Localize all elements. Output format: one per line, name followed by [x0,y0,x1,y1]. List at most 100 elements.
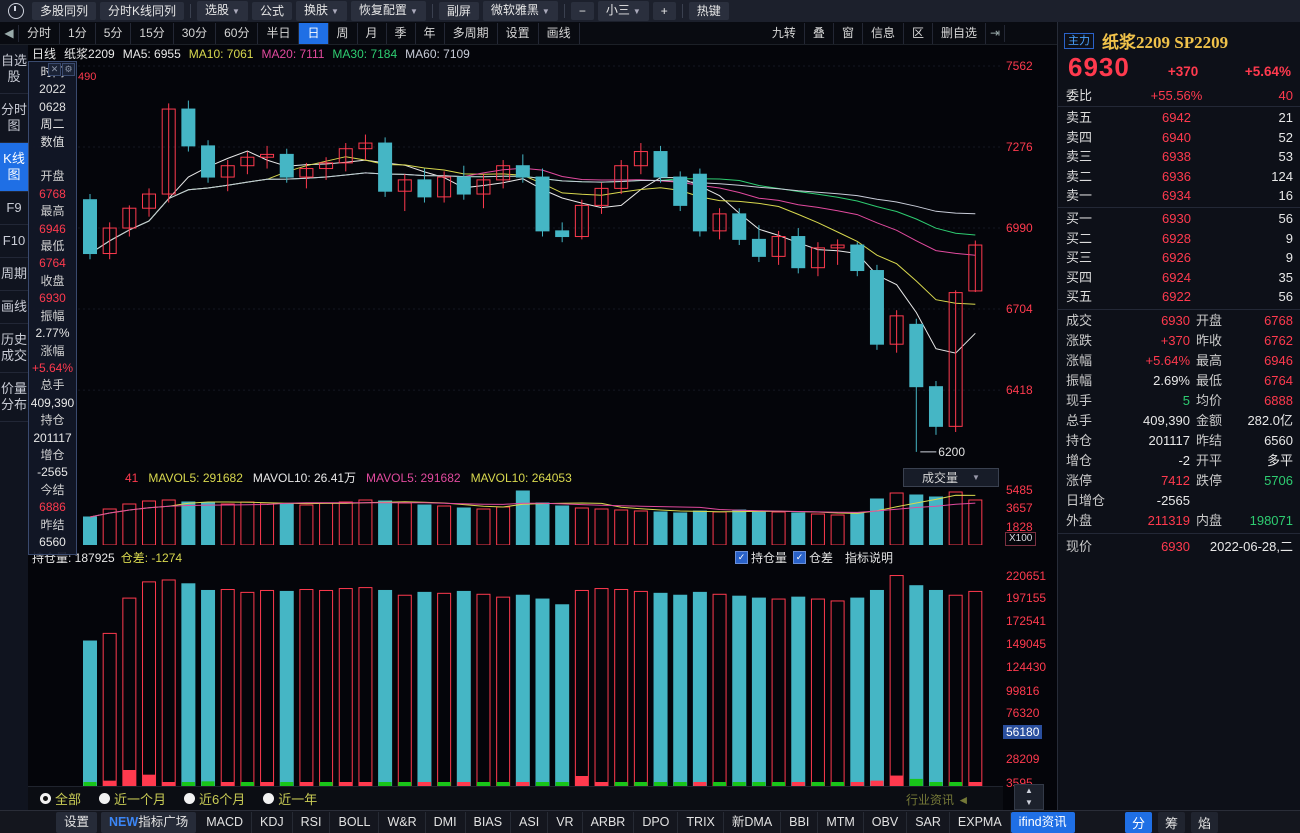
ask-row-2[interactable]: 卖二6936124 [1058,167,1300,187]
bid-row-2[interactable]: 买二69289 [1058,229,1300,249]
range-radio-全部[interactable]: 全部 [40,789,81,808]
bid-row-3[interactable]: 买三69269 [1058,248,1300,268]
tool-item-删自选[interactable]: 删自选 [933,23,986,44]
indicator-item-MTM[interactable]: MTM [818,812,863,833]
menu-item-4[interactable]: 公式 [252,2,292,20]
open-interest-chart[interactable] [28,566,1003,786]
indicator-item-RSI[interactable]: RSI [293,812,331,833]
indicator-help-link[interactable]: 指标说明 [845,549,893,566]
sidebar-item-价量分布[interactable]: 价量分布 [0,373,28,422]
bid-row-5[interactable]: 买五692256 [1058,287,1300,307]
scroll-up-icon[interactable]: ▲ [1015,785,1043,797]
indicator-item-EXPMA[interactable]: EXPMA [950,812,1011,833]
indicator-item-新DMA[interactable]: 新DMA [724,812,781,833]
tool-item-信息[interactable]: 信息 [863,23,904,44]
indicator-item-BBI[interactable]: BBI [781,812,818,833]
tooltip-close-icon[interactable]: ✕ [48,63,61,76]
indicator-item-TRIX[interactable]: TRIX [678,812,723,833]
sidebar-item-分时图[interactable]: 分时图 [0,94,28,143]
indicator-item-设置[interactable]: 设置 [56,812,97,833]
tooltip-gear-icon[interactable]: ⚙ [62,63,75,76]
sidebar-item-F9[interactable]: F9 [0,192,28,225]
industry-news-link[interactable]: 行业资讯 ◄ [906,791,969,808]
menu-item-1[interactable]: 分时K线同列 [100,2,184,20]
menu-item-6[interactable]: 恢复配置▼ [351,1,426,21]
period-item-半日[interactable]: 半日 [258,23,299,44]
checkbox-仓差[interactable]: ✓仓差 [793,549,833,566]
indicator-item-MACD[interactable]: MACD [198,812,252,833]
range-radio-近一个月[interactable]: 近一个月 [99,789,166,808]
mini-tab-焰[interactable]: 焰 [1191,812,1218,833]
sidebar-item-K线图[interactable]: K线图 [0,143,28,192]
tool-item-叠[interactable]: 叠 [805,23,834,44]
period-item-日[interactable]: 日 [299,23,328,44]
ask-row-5[interactable]: 卖五694221 [1058,108,1300,128]
volume-indicator-select[interactable]: 成交量▼ [903,468,999,487]
menu-item-5[interactable]: 换肤▼ [296,1,347,21]
menu-item-3[interactable]: 选股▼ [197,1,248,21]
period-item-季[interactable]: 季 [387,23,416,44]
bid-row-4[interactable]: 买四692435 [1058,268,1300,288]
bid-row-1[interactable]: 买一693056 [1058,209,1300,229]
main-contract-badge[interactable]: 主力 [1064,33,1094,49]
indicator-item-DMI[interactable]: DMI [426,812,466,833]
checkbox-持仓量[interactable]: ✓持仓量 [735,549,787,566]
indicator-item-OBV[interactable]: OBV [864,812,907,833]
period-item-周[interactable]: 周 [329,23,358,44]
menu-item-11[interactable]: − [571,2,594,20]
sidebar-item-历史成交[interactable]: 历史成交 [0,324,28,373]
indicator-item-ifind资讯[interactable]: ifind资讯 [1011,812,1075,833]
period-item-设置[interactable]: 设置 [498,23,539,44]
indicator-item-W&R[interactable]: W&R [379,812,425,833]
sidebar-item-周期[interactable]: 周期 [0,258,28,291]
menu-item-15[interactable]: 热键 [689,2,729,20]
ask-row-1[interactable]: 卖一693416 [1058,186,1300,206]
sidebar-item-画线[interactable]: 画线 [0,291,28,324]
indicator-item-BIAS[interactable]: BIAS [466,812,512,833]
menu-item-12[interactable]: 小三▼ [598,1,649,21]
oi-y-tick: 149045 [1006,637,1046,651]
ask-row-3[interactable]: 卖三693853 [1058,147,1300,167]
scroll-down-icon[interactable]: ▼ [1015,797,1043,809]
mini-tab-筹[interactable]: 筹 [1158,812,1185,833]
ask-row-4[interactable]: 卖四694052 [1058,128,1300,148]
indicator-item-NEW指标广场[interactable]: NEW指标广场 [101,812,196,833]
period-item-1分[interactable]: 1分 [60,23,96,44]
menu-item-9[interactable]: 微软雅黑▼ [483,1,558,21]
sidebar-item-自选股[interactable]: 自选股 [0,45,28,94]
period-item-月[interactable]: 月 [358,23,387,44]
period-item-多周期[interactable]: 多周期 [445,23,498,44]
tool-item-区[interactable]: 区 [904,23,933,44]
range-radio-近6个月[interactable]: 近6个月 [184,789,245,808]
period-item-15分[interactable]: 15分 [131,23,173,44]
period-item-画线[interactable]: 画线 [539,23,580,44]
tool-item-九转[interactable]: 九转 [764,23,805,44]
indicator-item-ARBR[interactable]: ARBR [583,812,635,833]
indicator-item-BOLL[interactable]: BOLL [330,812,379,833]
stat-row: 总手409,390金额282.0亿 [1058,411,1300,431]
indicator-item-ASI[interactable]: ASI [511,812,548,833]
volume-chart[interactable] [28,487,1003,545]
indicator-item-KDJ[interactable]: KDJ [252,812,293,833]
period-item-30分[interactable]: 30分 [174,23,216,44]
range-radio-近一年[interactable]: 近一年 [263,789,317,808]
mini-tab-分[interactable]: 分 [1125,812,1152,833]
expand-right-icon[interactable]: ⇥ [986,25,1005,42]
tool-item-窗[interactable]: 窗 [834,23,863,44]
collapse-left-icon[interactable]: ◀ [0,25,19,42]
period-item-60分[interactable]: 60分 [216,23,258,44]
clock-icon[interactable] [8,3,24,19]
kline-chart[interactable]: 6200490 [28,58,1003,468]
sidebar-item-F10[interactable]: F10 [0,225,28,258]
stat-value: 6768 [1238,311,1293,331]
period-item-5分[interactable]: 5分 [96,23,132,44]
indicator-item-DPO[interactable]: DPO [634,812,678,833]
period-item-分时[interactable]: 分时 [19,23,60,44]
menu-item-8[interactable]: 副屏 [439,2,479,20]
period-item-年[interactable]: 年 [416,23,445,44]
menu-item-13[interactable]: + [653,2,676,20]
radio-label: 近一年 [278,789,317,808]
indicator-item-SAR[interactable]: SAR [907,812,950,833]
indicator-item-VR[interactable]: VR [548,812,582,833]
menu-item-0[interactable]: 多股同列 [32,2,96,20]
